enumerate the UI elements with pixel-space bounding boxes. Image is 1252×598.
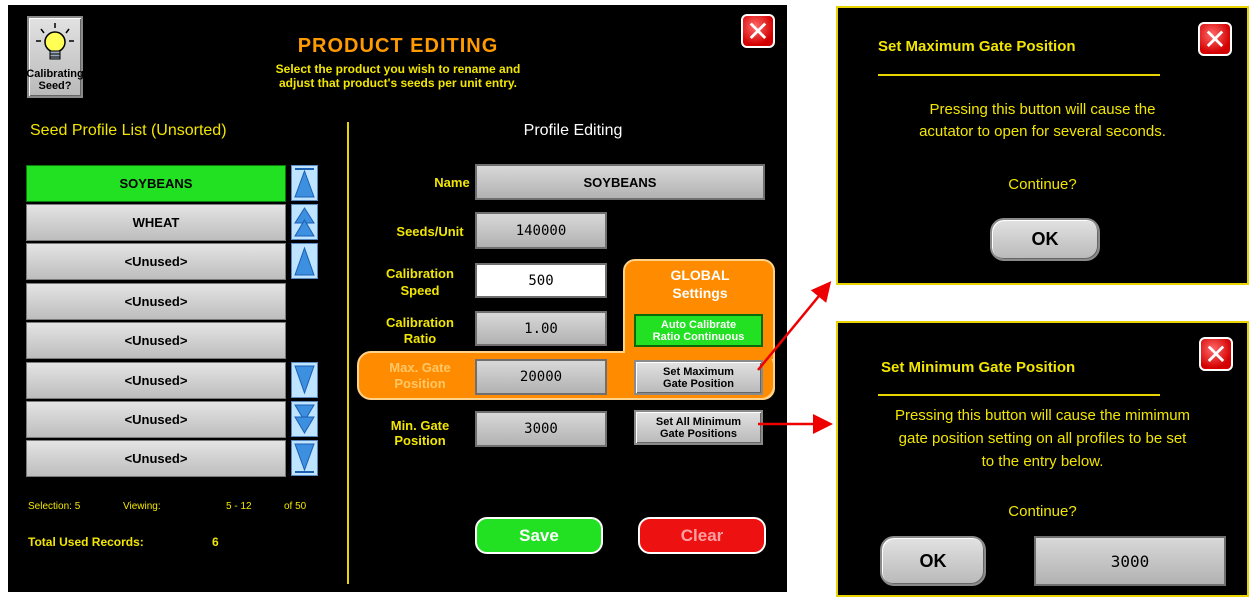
min-dialog-line-2: gate position setting on all profiles to… <box>898 430 1187 447</box>
max-dialog-line-2: acutator to open for several seconds. <box>919 123 1166 140</box>
min-gate-dialog: Set Minimum Gate Position ✕ Pressing thi… <box>836 321 1249 597</box>
min-dialog-close-button[interactable]: ✕ <box>1199 337 1233 371</box>
min-dialog-title-underline <box>878 394 1160 396</box>
max-dialog-close-button[interactable]: ✕ <box>1198 22 1232 56</box>
arrow-to-max-dialog <box>757 281 832 371</box>
max-dialog-title: Set Maximum Gate Position <box>878 38 1076 55</box>
max-dialog-title-underline <box>878 74 1160 76</box>
max-dialog-line-1: Pressing this button will cause the <box>929 101 1156 118</box>
min-dialog-value-field[interactable]: 3000 <box>1034 536 1226 586</box>
min-dialog-continue: Continue? <box>1008 503 1077 520</box>
max-dialog-continue: Continue? <box>1008 176 1077 193</box>
max-dialog-ok-button[interactable]: OK <box>990 218 1100 261</box>
min-dialog-line-3: to the entry below. <box>981 453 1104 470</box>
min-dialog-line-1: Pressing this button will cause the mimi… <box>894 407 1191 424</box>
min-dialog-title: Set Minimum Gate Position <box>881 359 1076 376</box>
close-icon: ✕ <box>1204 338 1228 370</box>
close-icon: ✕ <box>1203 23 1227 55</box>
max-gate-dialog: Set Maximum Gate Position ✕ Pressing thi… <box>836 6 1249 285</box>
min-dialog-ok-button[interactable]: OK <box>880 536 986 586</box>
